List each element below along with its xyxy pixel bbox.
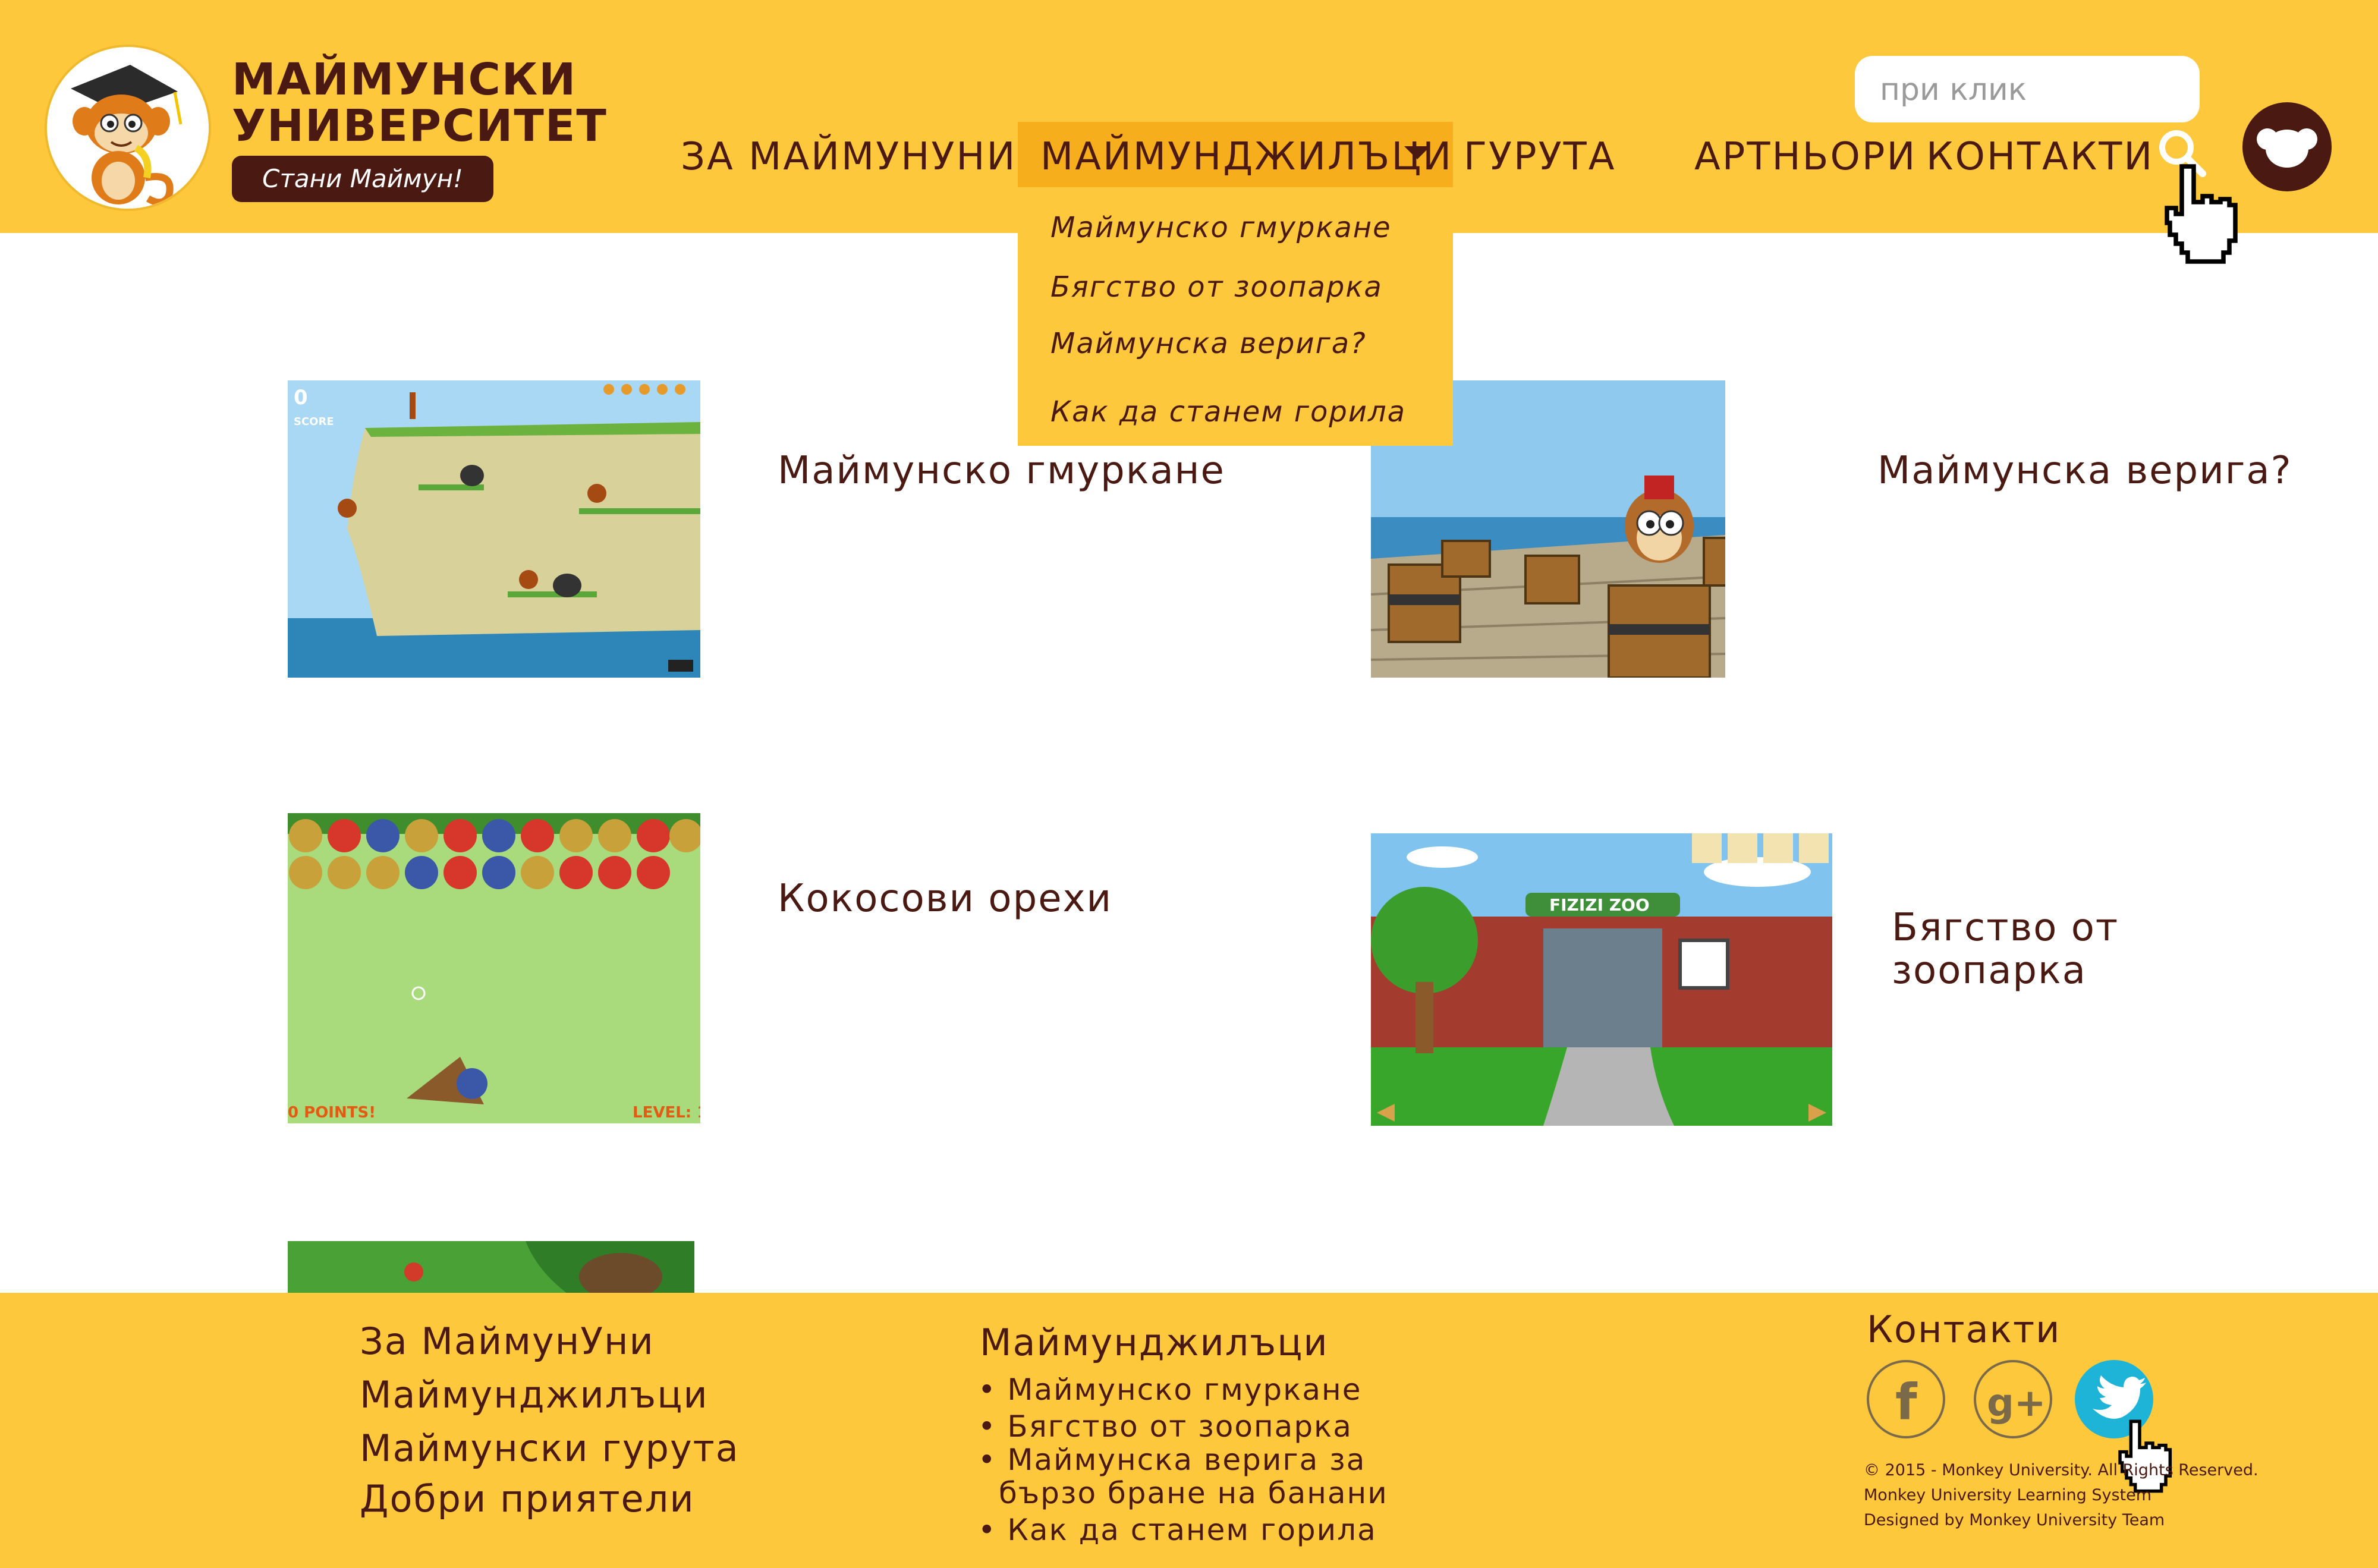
footer-link-friends[interactable]: Добри приятели [360,1477,695,1520]
game-thumbnail-monkey-dive[interactable]: 0 SCORE [288,380,700,678]
hand-pointer-icon [2118,1419,2172,1493]
hud-score-label: SCORE [294,415,334,428]
footer-link-games[interactable]: Маймунджилъци [360,1373,709,1416]
game-title-zoo-escape[interactable]: Бягство от зоопарка [1892,906,2119,993]
nav-item-games[interactable]: МАЙМУНДЖИЛЪЦИ [1040,127,1453,187]
profile-button[interactable] [2242,102,2332,191]
facebook-icon: f [1895,1373,1918,1431]
game-thumbnail-coconuts[interactable]: 0 POINTS! LEVEL: 1 [288,813,700,1123]
hud-score-value: 0 [294,386,308,410]
monkey-logo[interactable] [45,45,211,211]
footer-game-label: Бягство от зоопарка [1007,1409,1352,1444]
game-title-monkey-chain[interactable]: Маймунска верига? [1877,449,2292,493]
footer-game-link[interactable]: • Маймунска верига за [978,1443,1366,1476]
game-title-zoo-escape-line2: зоопарка [1892,949,2087,993]
chevron-down-icon [1404,146,1430,159]
footer-game-label-cont[interactable]: бързо бране на банани [999,1476,1388,1510]
search-input[interactable] [1879,69,2178,111]
nav-item-about[interactable]: ЗА МАЙМУНУНИ [681,127,1017,187]
footer-games-title: Маймунджилъци [980,1321,1329,1364]
site-title: МАЙМУНСКИ УНИВЕРСИТЕТ [232,54,608,152]
footer-game-link[interactable]: • Бягство от зоопарка [978,1410,1352,1443]
footer-link-gurus[interactable]: Маймунски гурута [360,1427,740,1470]
site-title-line2: УНИВЕРСИТЕТ [232,100,608,152]
game-title-coconuts[interactable]: Кокосови орехи [778,877,1112,921]
hud-points: 0 POINTS! [288,1104,376,1122]
facebook-button[interactable]: f [1867,1360,1945,1438]
search-box [1855,56,2200,122]
nav-item-partners[interactable]: АРТНЬОРИ [1694,127,1917,187]
game-title-monkey-dive[interactable]: Маймунско гмуркане [778,449,1225,493]
google-plus-icon: g+ [1987,1381,2046,1425]
designed-by-text: Designed by Monkey University Team [1864,1511,2165,1529]
monkey-profile-icon [2257,128,2317,168]
dropdown-item-monkey-dive[interactable]: Маймунско гмуркане [1050,211,1392,244]
svg-text:g+: g+ [1987,1381,2046,1425]
system-text: Monkey University Learning System [1864,1486,2152,1504]
monkey-mascot-icon [47,47,209,209]
nav-item-gurus[interactable]: ГУРУТА [1464,127,1616,187]
games-dropdown-menu: Маймунско гмуркане Бягство от зоопарка М… [1018,187,1453,446]
footer-game-label: Маймунско гмуркане [1007,1372,1362,1407]
game-title-zoo-escape-line1: Бягство от [1892,906,2119,950]
dropdown-item-gorilla[interactable]: Как да станем горила [1050,395,1406,429]
footer-game-label: Маймунска верига за [1007,1443,1366,1477]
hud-level: LEVEL: 1 [633,1104,700,1122]
footer-game-label: Как да станем горила [1007,1513,1377,1547]
site-title-line1: МАЙМУНСКИ [232,54,577,105]
become-monkey-button[interactable]: Стани Маймун! [232,156,493,202]
zoo-sign: FIZIZI ZOO [1549,895,1650,915]
footer-game-link[interactable]: • Как да станем горила [978,1513,1377,1547]
game-thumbnail-gorilla[interactable] [288,1241,694,1293]
copyright-text: © 2015 - Monkey University. All Rights R… [1864,1461,2259,1479]
google-plus-button[interactable]: g+ [1974,1360,2052,1438]
svg-text:f: f [1895,1373,1918,1431]
dropdown-item-zoo-escape[interactable]: Бягство от зоопарка [1050,270,1383,304]
game-thumbnail-zoo-escape[interactable]: FIZIZI ZOO [1371,833,1832,1126]
footer-contacts-title: Контакти [1867,1308,2061,1351]
footer-link-about[interactable]: За МаймунУни [360,1320,655,1363]
hand-pointer-icon [2165,164,2238,264]
footer-game-link[interactable]: • Маймунско гмуркане [978,1373,1361,1406]
dropdown-item-monkey-chain[interactable]: Маймунска верига? [1050,327,1367,360]
nav-item-contacts[interactable]: КОНТАКТИ [1926,127,2154,187]
